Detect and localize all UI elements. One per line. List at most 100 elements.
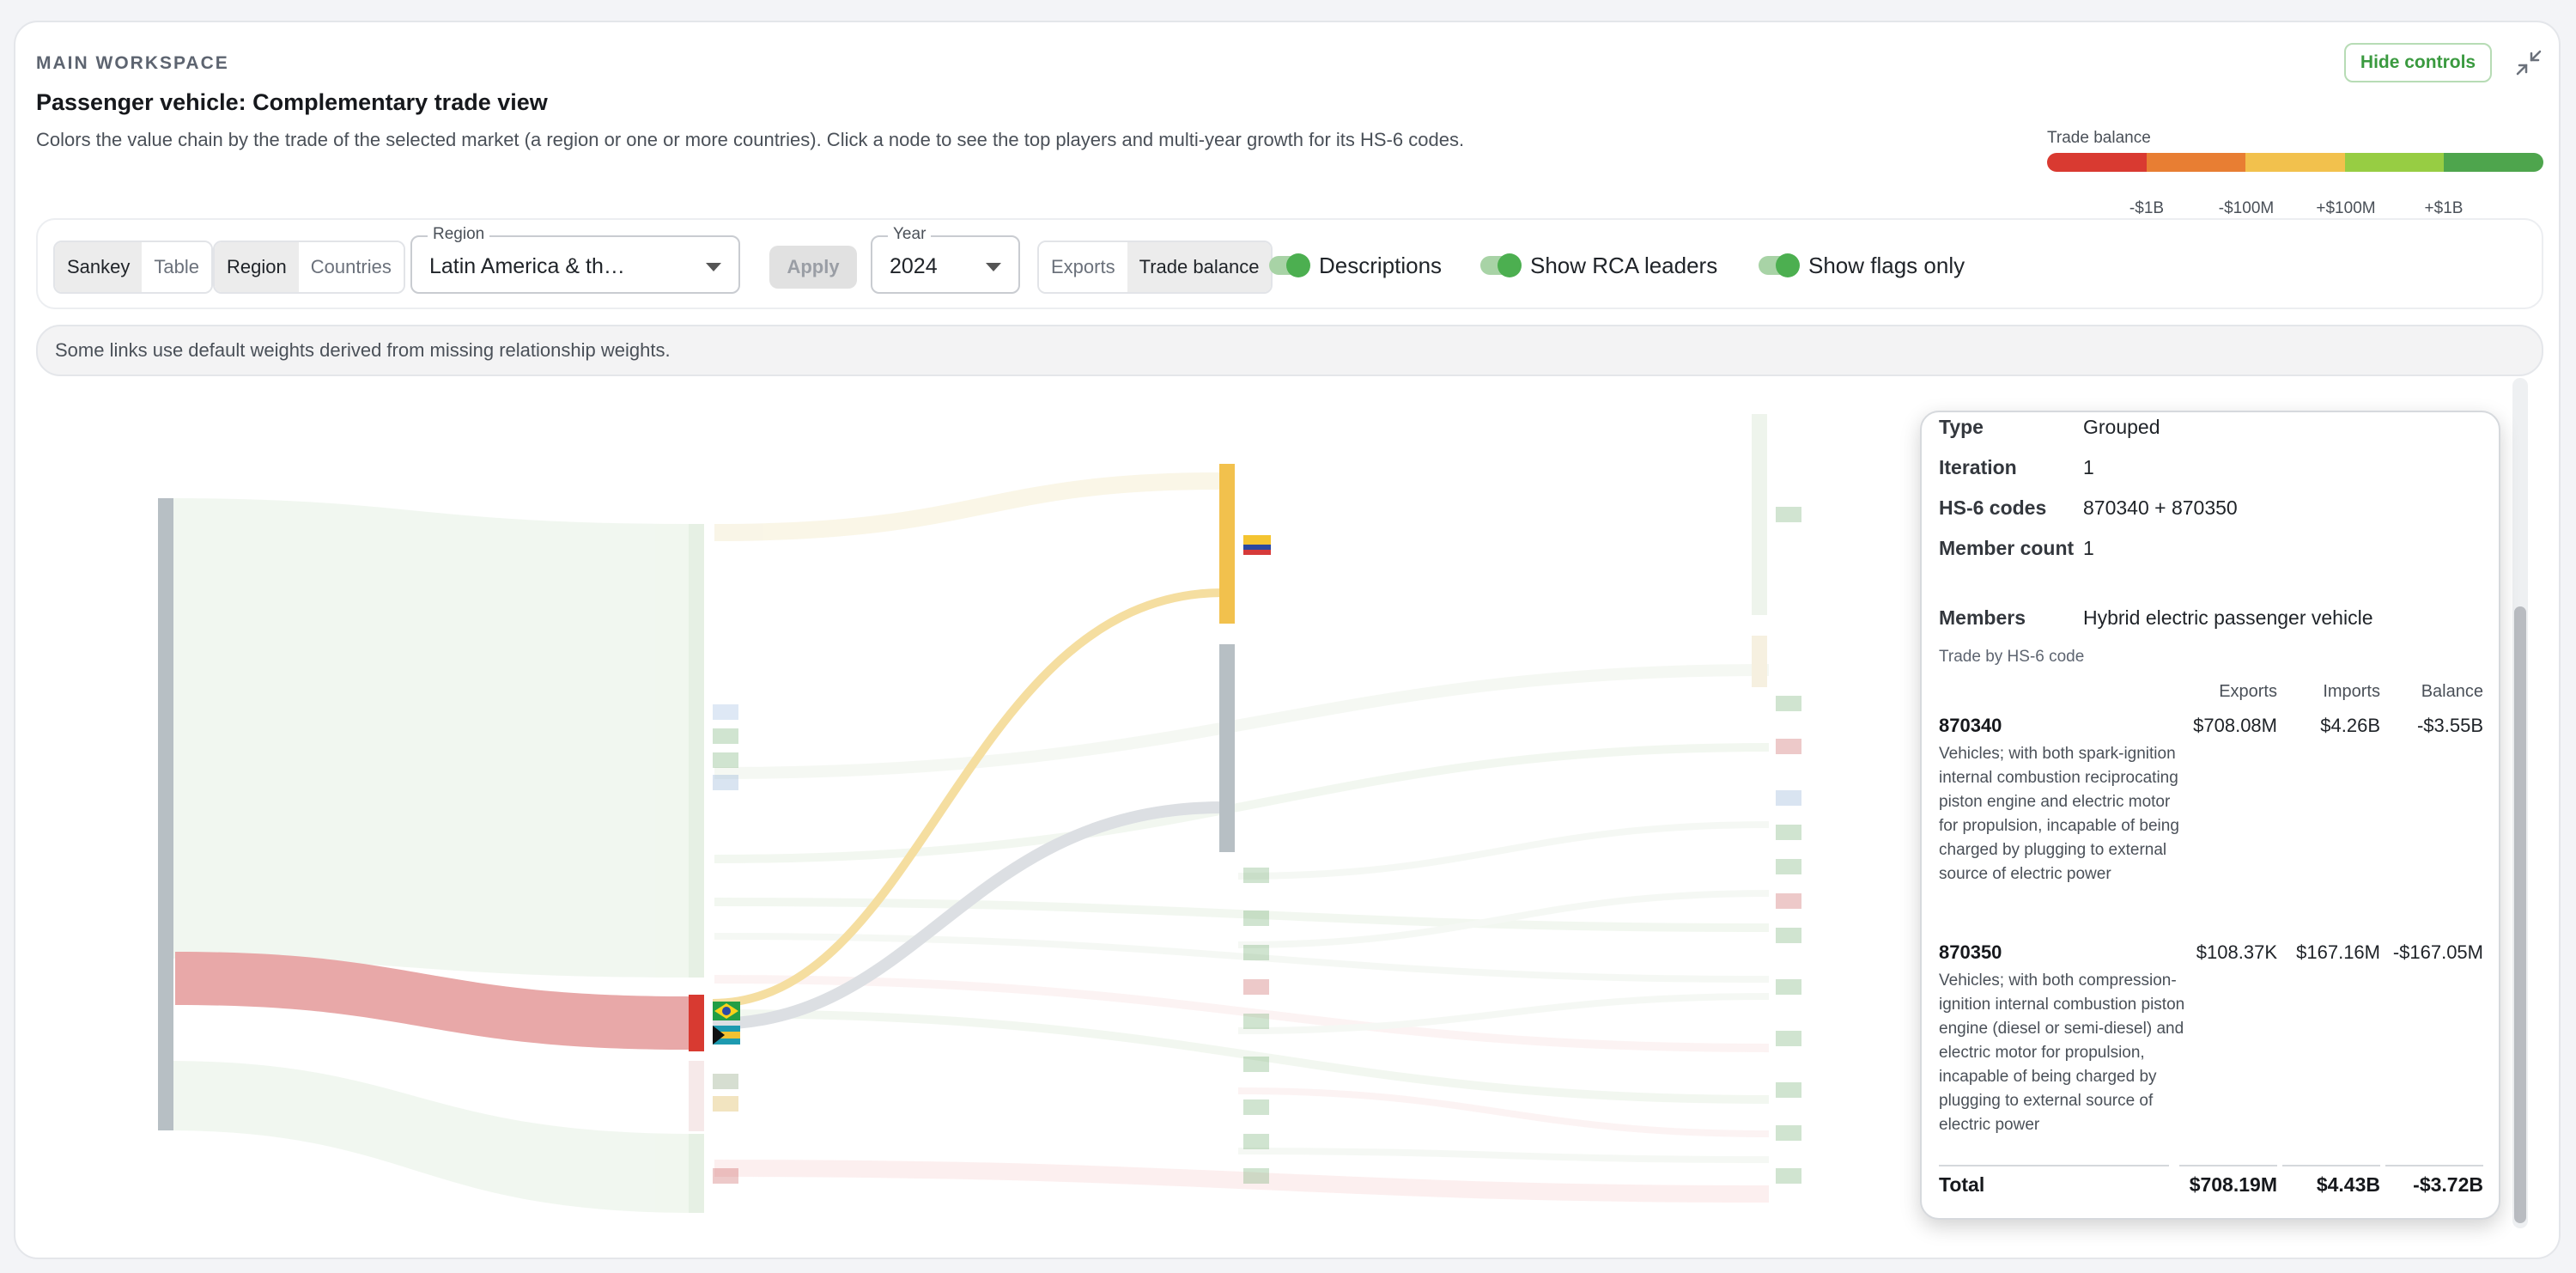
- toggle-label: Show flags only: [1808, 252, 1965, 278]
- sankey-node[interactable]: [1752, 636, 1767, 687]
- default-weights-notice: Some links use default weights derived f…: [36, 325, 2543, 376]
- detail-key: Members: [1939, 606, 2026, 629]
- sankey-node[interactable]: [1752, 414, 1767, 615]
- total-divider: [2179, 1165, 2277, 1166]
- year-select[interactable]: Year 2024: [871, 225, 1020, 294]
- hs6-code: 870350: [1939, 941, 2002, 963]
- toggle-switch: [1759, 253, 1800, 277]
- sankey-link[interactable]: [714, 664, 1770, 779]
- total-exports: $708.19M: [2189, 1173, 2277, 1196]
- scope-toggle: Region Countries: [213, 241, 405, 294]
- trade-table-subtitle: Trade by HS-6 code: [1939, 648, 2085, 666]
- code-description: Vehicles; with both spark-ignition inter…: [1939, 745, 2179, 883]
- toggle-switch: [1269, 253, 1310, 277]
- sankey-scrollbar-thumb[interactable]: [2514, 606, 2526, 1223]
- metric-option-trade-balance[interactable]: Trade balance: [1127, 242, 1272, 292]
- code-imports: $4.26B: [2320, 715, 2380, 736]
- detail-value: Hybrid electric passenger vehicle: [2083, 606, 2373, 629]
- scope-option-region[interactable]: Region: [215, 242, 299, 292]
- detail-value: Grouped: [2083, 416, 2160, 438]
- toggle-knob: [1498, 253, 1522, 277]
- legend-swatch: [2047, 153, 2147, 172]
- legend-swatch: [2344, 153, 2445, 172]
- sankey-node-selected[interactable]: [689, 995, 704, 1051]
- rca-leaders-toggle[interactable]: Show RCA leaders: [1480, 253, 1717, 278]
- metric-option-exports[interactable]: Exports: [1039, 242, 1127, 292]
- collapse-arrows-icon[interactable]: [2514, 48, 2543, 77]
- code-balance: -$167.05M: [2392, 941, 2483, 963]
- flag-group: [713, 507, 1801, 1184]
- descriptions-toggle[interactable]: Descriptions: [1269, 253, 1442, 278]
- code-balance: -$3.55B: [2416, 715, 2483, 736]
- faint-links: [165, 472, 1770, 1213]
- sankey-link[interactable]: [165, 498, 696, 978]
- column-header-exports: Exports: [2219, 682, 2277, 701]
- detail-key: Member count: [1939, 537, 2075, 559]
- detail-key: HS-6 codes: [1939, 496, 2047, 519]
- brazil-flag-icon: [713, 1002, 740, 1020]
- page-description: Colors the value chain by the trade of t…: [36, 129, 1465, 150]
- region-select[interactable]: Region Latin America & th…: [410, 225, 740, 294]
- legend-swatch: [2146, 153, 2246, 172]
- legend-label: +$100M: [2316, 199, 2376, 217]
- total-balance: -$3.72B: [2413, 1173, 2483, 1196]
- legend-label: -$1B: [2129, 199, 2165, 217]
- highlighted-link[interactable]: [712, 801, 1224, 1030]
- column-header-imports: Imports: [2323, 682, 2380, 701]
- legend-label: +$1B: [2424, 199, 2464, 217]
- code-imports: $167.16M: [2296, 941, 2380, 963]
- legend-swatch: [2245, 153, 2345, 172]
- legend-label: -$100M: [2218, 199, 2275, 217]
- year-select-value: 2024: [890, 254, 938, 278]
- view-option-table[interactable]: Table: [142, 242, 211, 292]
- detail-value: 1: [2083, 537, 2094, 559]
- sankey-link[interactable]: [1237, 1148, 1770, 1163]
- sankey-link[interactable]: [1237, 993, 1770, 1034]
- legend-title: Trade balance: [2047, 129, 2151, 147]
- faded-flags-icon: [713, 507, 1801, 1184]
- workspace-eyebrow: MAIN WORKSPACE: [36, 53, 229, 73]
- hs6-code: 870340: [1939, 715, 2002, 736]
- sankey-link[interactable]: [165, 1061, 696, 1213]
- sankey-link[interactable]: [1237, 821, 1770, 880]
- detail-key: Iteration: [1939, 456, 2017, 478]
- sankey-node-source[interactable]: [158, 498, 173, 1130]
- region-select-label: Region: [428, 225, 490, 244]
- chevron-down-icon: [986, 263, 1001, 271]
- detail-value: 870340 + 870350: [2083, 496, 2238, 519]
- hide-controls-button[interactable]: Hide controls: [2344, 43, 2492, 82]
- total-divider: [2385, 1165, 2483, 1166]
- sankey-node-highlighted[interactable]: [1219, 464, 1235, 624]
- controls-bar: Sankey Table Region Countries Region Lat…: [36, 218, 2543, 309]
- sankey-node[interactable]: [689, 524, 704, 978]
- total-divider: [2282, 1165, 2380, 1166]
- sankey-link[interactable]: [714, 1160, 1770, 1203]
- total-divider: [1939, 1165, 2169, 1166]
- sankey-node[interactable]: [689, 1061, 704, 1131]
- sankey-node[interactable]: [689, 1134, 704, 1213]
- sankey-link[interactable]: [714, 472, 1220, 541]
- region-select-value: Latin America & th…: [429, 254, 625, 278]
- view-toggle: Sankey Table: [53, 241, 213, 294]
- colombia-flag-icon: [1243, 535, 1271, 555]
- scope-option-countries[interactable]: Countries: [298, 242, 404, 292]
- column-header-balance: Balance: [2421, 682, 2483, 701]
- page-title: Passenger vehicle: Complementary trade v…: [36, 89, 548, 115]
- code-description: Vehicles; with both compression-ignition…: [1939, 971, 2185, 1134]
- toggle-switch: [1480, 253, 1522, 277]
- year-select-label: Year: [888, 225, 932, 244]
- toggle-knob: [1776, 253, 1800, 277]
- sankey-link[interactable]: [714, 1009, 1770, 1104]
- toggle-knob: [1286, 253, 1310, 277]
- legend-swatch: [2444, 153, 2543, 172]
- sankey-node[interactable]: [1219, 644, 1235, 852]
- apply-button[interactable]: Apply: [769, 246, 857, 289]
- toggle-label: Descriptions: [1319, 252, 1443, 278]
- code-exports: $708.08M: [2193, 715, 2277, 736]
- chevron-down-icon: [706, 263, 721, 271]
- total-imports: $4.43B: [2316, 1173, 2380, 1196]
- total-label: Total: [1939, 1173, 1985, 1196]
- view-option-sankey[interactable]: Sankey: [55, 242, 143, 292]
- flags-only-toggle[interactable]: Show flags only: [1759, 253, 1965, 278]
- metric-toggle: Exports Trade balance: [1037, 241, 1273, 294]
